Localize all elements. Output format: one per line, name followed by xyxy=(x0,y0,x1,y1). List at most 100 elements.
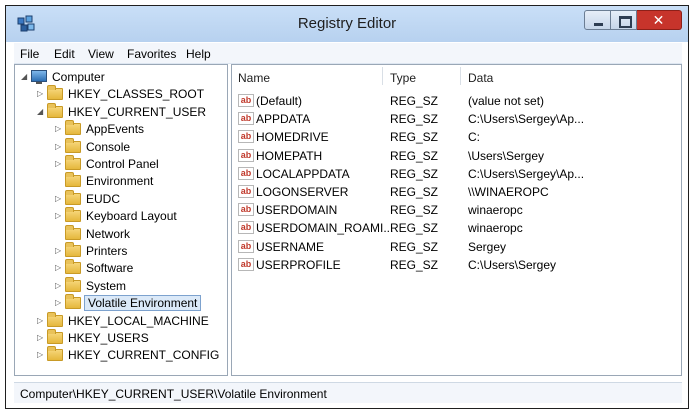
column-header-type[interactable]: Type xyxy=(390,71,416,85)
tree-node[interactable]: ◢ Computer xyxy=(15,69,227,86)
tree-node[interactable]: ▷ Keyboard Layout xyxy=(15,207,227,225)
folder-icon xyxy=(65,276,81,292)
registry-values-list[interactable]: Name Type Data ab (Default) REG_SZ (value n… xyxy=(231,64,682,376)
expand-arrow-closed-icon[interactable]: ▷ xyxy=(55,212,63,220)
title-bar[interactable]: Registry Editor ✕ xyxy=(6,6,688,42)
value-data: Sergey xyxy=(468,239,507,254)
tree-node[interactable]: ▷ AppEvents xyxy=(15,120,227,138)
tree-node[interactable]: ▷ HKEY_CURRENT_CONFIG xyxy=(15,346,227,364)
folder-icon xyxy=(65,172,81,188)
registry-value-row[interactable]: ab USERNAME REG_SZ Sergey xyxy=(238,239,678,256)
current-key-path: Computer\HKEY_CURRENT_USER\Volatile Envi… xyxy=(20,387,327,401)
expand-arrow-closed-icon[interactable]: ▷ xyxy=(37,90,45,98)
close-button[interactable]: ✕ xyxy=(637,10,682,30)
menu-edit[interactable]: Edit xyxy=(54,47,75,61)
expand-arrow-closed-icon[interactable]: ▷ xyxy=(55,142,63,151)
column-header-data[interactable]: Data xyxy=(468,71,493,85)
menu-favorites[interactable]: Favorites xyxy=(127,47,176,61)
expand-arrow-closed-icon[interactable]: ▷ xyxy=(55,160,63,168)
tree-node[interactable]: ▷ Control Panel xyxy=(15,155,227,173)
registry-value-row[interactable]: ab USERDOMAIN_ROAMI... REG_SZ winaeropc xyxy=(238,220,678,237)
registry-value-row[interactable]: ab HOMEDRIVE REG_SZ C: xyxy=(238,129,678,146)
value-data: winaeropc xyxy=(468,221,523,236)
string-value-icon: ab xyxy=(238,94,254,107)
value-data: winaeropc xyxy=(468,203,523,218)
expand-arrow-closed-icon[interactable]: ▷ xyxy=(37,316,45,325)
tree-node-label: Computer xyxy=(52,70,105,84)
value-data: \Users\Sergey xyxy=(468,148,545,163)
menu-help[interactable]: Help xyxy=(186,47,211,61)
folder-icon xyxy=(65,155,81,170)
tree-node-label: HKEY_CURRENT_CONFIG xyxy=(68,348,220,363)
expand-arrow-open-icon[interactable]: ◢ xyxy=(37,107,45,116)
value-name: USERDOMAIN xyxy=(256,203,338,218)
string-value-icon: ab xyxy=(238,221,254,235)
close-icon: ✕ xyxy=(652,12,665,28)
value-name: LOCALAPPDATA xyxy=(256,166,350,181)
registry-value-row[interactable]: ab USERPROFILE REG_SZ C:\Users\Sergey xyxy=(238,257,678,274)
tree-node[interactable]: Network xyxy=(15,224,227,243)
string-value-icon: ab xyxy=(238,257,254,271)
expand-arrow-open-icon[interactable]: ◢ xyxy=(21,73,29,81)
tree-node-label: Printers xyxy=(86,244,128,258)
column-header-name[interactable]: Name xyxy=(238,71,270,85)
status-bar: Computer\HKEY_CURRENT_USER\Volatile Envi… xyxy=(14,382,682,403)
tree-node[interactable]: ▷ Console xyxy=(15,137,227,156)
expand-arrow-closed-icon[interactable]: ▷ xyxy=(55,247,63,255)
menu-bar: File Edit View Favorites Help xyxy=(14,43,682,64)
menu-view[interactable]: View xyxy=(88,47,114,61)
tree-node-label: Control Panel xyxy=(86,157,159,171)
expand-arrow-closed-icon[interactable]: ▷ xyxy=(55,299,63,307)
tree-node[interactable]: ▷ EUDC xyxy=(15,189,227,208)
value-type: REG_SZ xyxy=(390,185,439,199)
registry-key-tree[interactable]: ◢ Computer ▷ HKEY_CLASSES_ROOT ◢ HKEY_CURRENT… xyxy=(14,64,228,376)
tree-node[interactable]: ◢ HKEY_CURRENT_USER xyxy=(15,102,227,121)
tree-node[interactable]: ▷ System xyxy=(15,276,227,295)
string-value-icon: ab xyxy=(238,130,254,144)
value-name: LOGONSERVER xyxy=(256,185,349,199)
tree-node[interactable]: ▷ HKEY_CLASSES_ROOT xyxy=(15,85,227,103)
tree-node[interactable]: ▷ HKEY_USERS xyxy=(15,329,227,347)
expand-arrow-closed-icon[interactable]: ▷ xyxy=(55,125,63,133)
column-divider[interactable] xyxy=(382,67,383,85)
tree-node[interactable]: Environment xyxy=(15,172,227,190)
folder-icon xyxy=(47,329,63,344)
tree-node[interactable]: ▷ Printers xyxy=(15,242,227,260)
expand-arrow-closed-icon[interactable]: ▷ xyxy=(55,264,63,272)
folder-icon xyxy=(47,346,63,362)
registry-value-row[interactable]: ab (Default) REG_SZ (value not set) xyxy=(238,93,678,110)
value-type: REG_SZ xyxy=(390,221,439,236)
tree-node-label: HKEY_USERS xyxy=(68,331,149,345)
expand-arrow-closed-icon[interactable]: ▷ xyxy=(55,194,63,203)
expand-arrow-closed-icon[interactable]: ▷ xyxy=(37,351,45,359)
folder-icon xyxy=(47,311,63,327)
minimize-button[interactable] xyxy=(584,10,611,30)
value-name: USERPROFILE xyxy=(256,257,341,272)
window-controls: ✕ xyxy=(584,10,682,30)
folder-icon xyxy=(65,259,81,275)
registry-value-row[interactable]: ab LOCALAPPDATA REG_SZ C:\Users\Sergey\Ap..… xyxy=(238,166,678,183)
menu-file[interactable]: File xyxy=(20,47,39,61)
tree-node-label: System xyxy=(86,278,127,293)
value-type: REG_SZ xyxy=(390,257,439,272)
column-divider[interactable] xyxy=(460,67,461,85)
string-value-icon: ab xyxy=(238,112,254,126)
tree-node[interactable]: ▷ HKEY_LOCAL_MACHINE xyxy=(15,311,227,330)
tree-node[interactable]: ▷ Volatile Environment xyxy=(15,294,227,312)
string-value-icon: ab xyxy=(238,203,254,217)
tree-node-label: HKEY_CURRENT_USER xyxy=(68,104,207,119)
value-name: USERNAME xyxy=(256,239,325,254)
value-data: C:\Users\Sergey\Ap... xyxy=(468,112,585,127)
registry-value-row[interactable]: ab USERDOMAIN REG_SZ winaeropc xyxy=(238,202,678,219)
value-data: (value not set) xyxy=(468,94,545,108)
expand-arrow-closed-icon[interactable]: ▷ xyxy=(37,334,45,342)
registry-value-row[interactable]: ab APPDATA REG_SZ C:\Users\Sergey\Ap... xyxy=(238,111,678,128)
tree-node-label: HKEY_CLASSES_ROOT xyxy=(68,87,205,102)
tree-node[interactable]: ▷ Software xyxy=(15,259,227,277)
registry-value-row[interactable]: ab LOGONSERVER REG_SZ \\WINAEROPC xyxy=(238,184,678,201)
registry-value-row[interactable]: ab HOMEPATH REG_SZ \Users\Sergey xyxy=(238,148,678,165)
maximize-button[interactable] xyxy=(611,10,637,30)
expand-arrow-closed-icon[interactable]: ▷ xyxy=(55,281,63,290)
folder-icon xyxy=(65,120,81,136)
value-name: USERDOMAIN_ROAMI... xyxy=(256,221,394,236)
